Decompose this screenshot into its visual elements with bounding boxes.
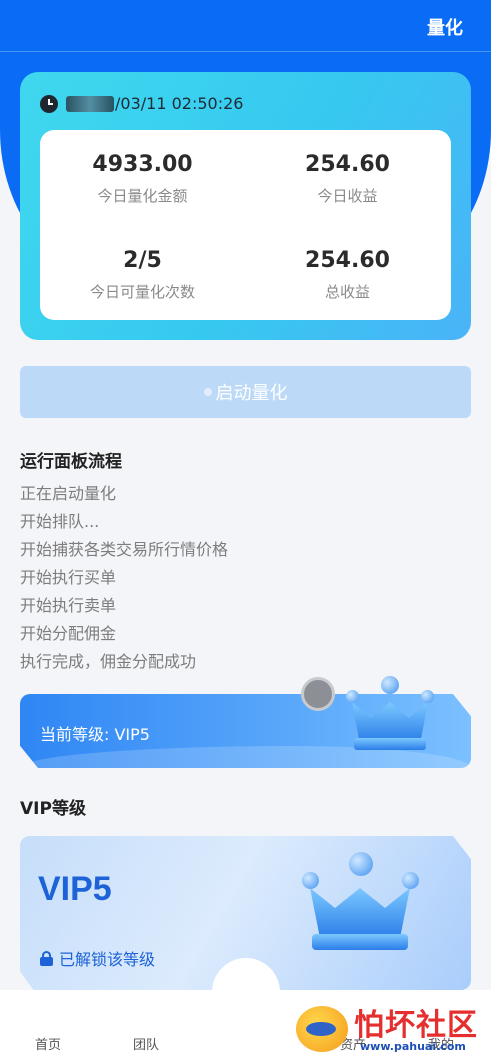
stat-label: 今日可量化次数 [89, 283, 195, 301]
stats-panel: 4933.00 今日量化金额 254.60 今日收益 2/5 今日可量化次数 2… [40, 130, 451, 320]
top-bar: 量化 [0, 0, 491, 52]
time-row: /03/11 02:50:26 [40, 94, 243, 113]
flow-step: 开始排队... [20, 512, 100, 531]
flow-step: 开始分配佣金 [20, 624, 117, 643]
start-quant-label: 启动量化 [215, 383, 288, 404]
stat-label: 总收益 [324, 283, 370, 301]
watermark-logo-icon [296, 1006, 348, 1052]
stat-value: 254.60 [305, 152, 390, 177]
lock-icon [40, 951, 53, 966]
stat-remaining-count: 2/5 今日可量化次数 [40, 248, 245, 302]
watermark: 怕坏社区 www.pahuai.com [296, 996, 488, 1058]
time-redacted [66, 95, 114, 112]
stat-value: 254.60 [305, 248, 390, 273]
flow-step: 正在启动量化 [20, 484, 117, 503]
stat-today-profit: 254.60 今日收益 [245, 152, 450, 206]
flow-step: 开始捕获各类交易所行情价格 [20, 540, 229, 559]
vip-status: 已解锁该等级 [40, 946, 155, 970]
current-level-text: 当前等级: VIP5 [40, 725, 150, 744]
stats-card: /03/11 02:50:26 4933.00 今日量化金额 254.60 今日… [20, 72, 471, 340]
stat-label: 今日收益 [317, 187, 378, 205]
vip-crown-icon [296, 850, 424, 956]
vip-card-name: VIP5 [38, 870, 112, 908]
flow-title: 运行面板流程 [20, 452, 122, 472]
current-time: /03/11 02:50:26 [115, 94, 244, 113]
flow-step: 开始执行卖单 [20, 596, 117, 615]
floating-button[interactable] [301, 677, 335, 711]
flow-step: 执行完成，佣金分配成功 [20, 652, 197, 671]
clock-icon [40, 94, 58, 113]
vip-status-text: 已解锁该等级 [59, 950, 156, 969]
vip-section-title: VIP等级 [20, 799, 86, 819]
stat-label: 今日量化金额 [97, 187, 188, 205]
tab-home[interactable]: 首页 [35, 1034, 61, 1053]
watermark-title: 怕坏社区 [354, 1008, 478, 1043]
page-title: 量化 [427, 18, 463, 39]
start-quant-button[interactable]: 启动量化 [20, 366, 471, 418]
stat-total-profit: 254.60 总收益 [245, 248, 450, 302]
loading-icon [203, 388, 212, 396]
crown-icon [340, 672, 440, 754]
watermark-url: www.pahuai.com [360, 1040, 466, 1053]
stat-value: 4933.00 [92, 152, 193, 177]
flow-step: 开始执行买单 [20, 568, 117, 587]
stat-value: 2/5 [123, 248, 162, 273]
flow-steps: 正在启动量化 开始排队... 开始捕获各类交易所行情价格 开始执行买单 开始执行… [20, 482, 228, 678]
stat-today-amount: 4933.00 今日量化金额 [40, 152, 245, 206]
tab-team[interactable]: 团队 [133, 1034, 159, 1053]
